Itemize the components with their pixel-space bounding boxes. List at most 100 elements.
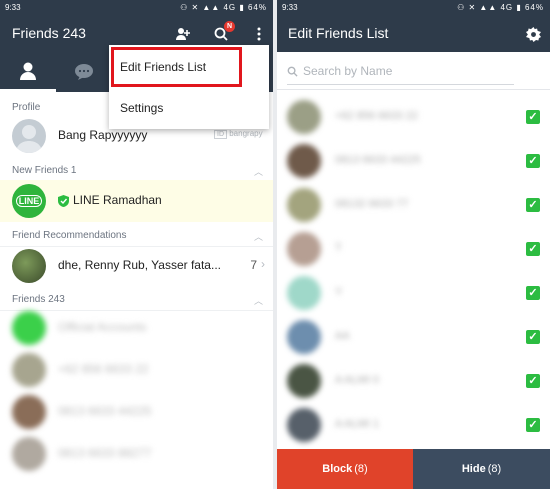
hide-button[interactable]: Hide (8): [413, 449, 550, 489]
friend-row[interactable]: AA ✓: [277, 315, 550, 359]
section-label: New Friends 1: [12, 165, 77, 176]
page-title: Edit Friends List: [288, 25, 389, 41]
official-shield-icon: [58, 194, 69, 207]
line-id: bangrapy: [229, 129, 263, 138]
avatar: [12, 353, 46, 387]
tab-friends[interactable]: [0, 52, 56, 92]
collapse-icon[interactable]: ︿: [254, 294, 263, 307]
tab-chats[interactable]: [56, 52, 112, 92]
friend-row[interactable]: 08132 6633 77 ✓: [277, 183, 550, 227]
highlight-box: [111, 47, 242, 87]
friend-name: +62 856 6633 22: [335, 110, 418, 122]
status-bar: 9:33 ⚇ ✕ ▲▲ 4G ▮ 64%: [277, 0, 550, 16]
friend-name: 0813 6633 88277: [58, 446, 152, 460]
new-friend-name: LINE Ramadhan: [73, 193, 162, 207]
recommendation-names: dhe, Renny Rub, Yasser fata...: [58, 258, 221, 272]
friend-row[interactable]: 0813 6633 88277: [0, 433, 273, 475]
checkbox-checked[interactable]: ✓: [526, 418, 540, 432]
friend-name: 0813 6633 44225: [58, 404, 152, 418]
friend-name: +62 856 6633 22: [58, 362, 149, 376]
app-bar: Edit Friends List: [277, 16, 550, 52]
avatar: [12, 249, 46, 283]
friend-row[interactable]: A ALMI 0 ✓: [277, 359, 550, 403]
section-new-friends: New Friends 1 ︿: [0, 160, 273, 182]
gear-icon[interactable]: [523, 24, 543, 44]
friend-row[interactable]: 0813 6633 44225: [0, 391, 273, 433]
friend-row[interactable]: A ALMI 1 ✓: [277, 403, 550, 447]
add-friend-icon[interactable]: [173, 24, 193, 44]
friend-row[interactable]: Y ✓: [277, 271, 550, 315]
line-id-badge: ID bangrapy: [214, 129, 263, 139]
status-time: 9:33: [5, 3, 21, 12]
checkbox-checked[interactable]: ✓: [526, 154, 540, 168]
new-friend-row[interactable]: LINE LINE Ramadhan: [0, 180, 273, 222]
friends-screen: 9:33 ⚇ ✕ ▲▲ 4G ▮ 64% Friends 243 N Profi…: [0, 0, 273, 489]
status-icons: ⚇ ✕ ▲▲ 4G ▮ 64%: [180, 3, 267, 12]
friend-name: Y: [335, 286, 343, 298]
checkbox-checked[interactable]: ✓: [526, 198, 540, 212]
section-recommendations: Friend Recommendations ︿: [0, 225, 273, 247]
avatar: [287, 100, 321, 134]
status-bar: 9:33 ⚇ ✕ ▲▲ 4G ▮ 64%: [0, 0, 273, 16]
friend-name: T: [335, 242, 342, 254]
friend-row[interactable]: Official Accounts: [0, 307, 273, 349]
friend-row[interactable]: 0813 6633 44225 ✓: [277, 139, 550, 183]
avatar: [287, 320, 321, 354]
search-icon: [287, 64, 298, 82]
profile-name: Bang Rapyyyyyy: [58, 128, 148, 142]
block-count: (8): [354, 463, 368, 475]
collapse-icon[interactable]: ︿: [254, 230, 263, 243]
overflow-menu: Edit Friends List Settings: [109, 45, 269, 129]
section-label: Friend Recommendations: [12, 230, 127, 241]
section-label: Profile: [12, 102, 41, 113]
menu-item-label: Settings: [120, 101, 164, 115]
section-label: Friends 243: [12, 294, 65, 305]
avatar: [12, 437, 46, 471]
friend-row[interactable]: T ✓: [277, 227, 550, 271]
search-bar: [277, 52, 550, 90]
checkbox-checked[interactable]: ✓: [526, 110, 540, 124]
avatar: [287, 364, 321, 398]
recommendation-count: 7: [250, 258, 257, 272]
search-underline: [287, 84, 514, 85]
search-input[interactable]: [303, 61, 503, 81]
line-logo: LINE: [12, 184, 46, 218]
person-icon: [20, 62, 36, 80]
avatar: [287, 276, 321, 310]
checkbox-checked[interactable]: ✓: [526, 242, 540, 256]
avatar: [287, 408, 321, 442]
page-title: Friends 243: [12, 25, 86, 41]
edit-friends-screen: 9:33 ⚇ ✕ ▲▲ 4G ▮ 64% Edit Friends List +…: [277, 0, 550, 489]
block-button[interactable]: Block (8): [277, 449, 413, 489]
notification-badge: N: [224, 21, 235, 32]
menu-item-settings[interactable]: Settings: [109, 87, 269, 127]
chevron-right-icon: ›: [261, 257, 265, 271]
status-time: 9:33: [282, 3, 298, 12]
avatar: [12, 119, 46, 153]
id-tag-icon: ID: [214, 130, 227, 139]
checkbox-checked[interactable]: ✓: [526, 374, 540, 388]
friend-name: 08132 6633 77: [335, 198, 409, 210]
block-label: Block: [322, 463, 353, 475]
friend-row[interactable]: +62 856 6633 22: [0, 349, 273, 391]
chat-bubble-icon: [75, 64, 93, 80]
friend-row[interactable]: +62 856 6633 22 ✓: [277, 95, 550, 139]
friend-name: Official Accounts: [58, 320, 147, 334]
checkbox-checked[interactable]: ✓: [526, 286, 540, 300]
friend-name: A ALMI 1: [335, 418, 380, 430]
recommendation-row[interactable]: dhe, Renny Rub, Yasser fata... 7 ›: [0, 245, 273, 287]
checkbox-checked[interactable]: ✓: [526, 330, 540, 344]
bottom-action-bar: Block (8) Hide (8): [277, 449, 550, 489]
avatar: [287, 232, 321, 266]
avatar: [287, 188, 321, 222]
status-icons: ⚇ ✕ ▲▲ 4G ▮ 64%: [457, 3, 544, 12]
avatar: [287, 144, 321, 178]
avatar: [12, 395, 46, 429]
avatar: [12, 311, 46, 345]
friend-name: A ALMI 0: [335, 374, 380, 386]
hide-count: (8): [487, 463, 502, 475]
hide-label: Hide: [461, 463, 486, 475]
friend-name: AA: [335, 330, 350, 342]
collapse-icon[interactable]: ︿: [254, 165, 263, 178]
more-menu-icon[interactable]: [249, 24, 269, 44]
